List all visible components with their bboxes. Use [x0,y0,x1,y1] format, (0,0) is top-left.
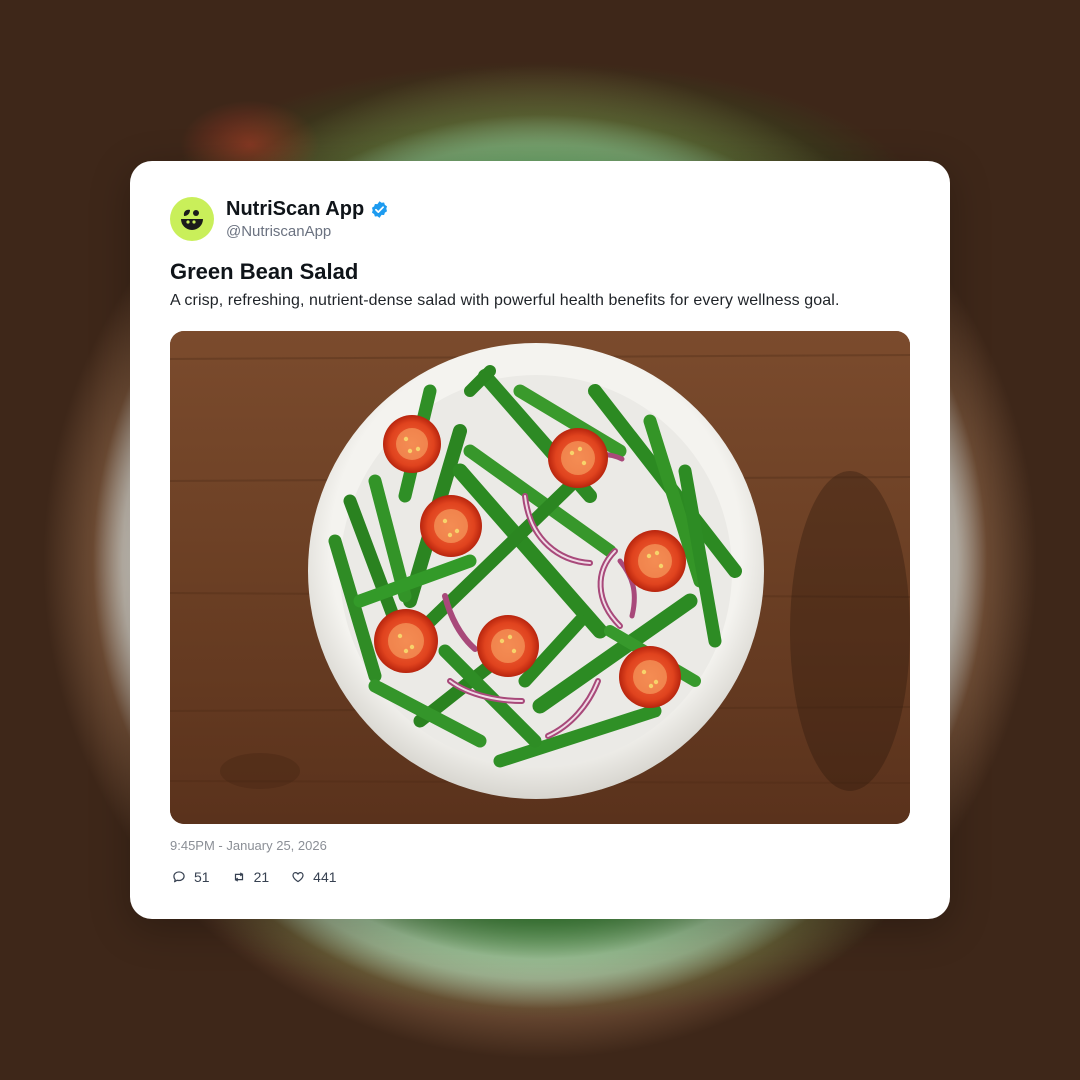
like-count: 441 [313,869,337,885]
verified-badge-icon [372,201,388,218]
salad-illustration [170,331,910,824]
post-title: Green Bean Salad [170,259,359,284]
post-description: A crisp, refreshing, nutrient-dense sala… [170,292,840,309]
nutriscan-logo-icon [181,209,203,230]
name-row: NutriScan App [226,198,389,221]
display-name[interactable]: NutriScan App [226,198,364,221]
reply-button[interactable]: 51 [172,869,210,885]
avatar[interactable] [170,197,214,241]
heart-icon [292,872,304,883]
green-bean-salad-photo[interactable] [170,331,910,824]
comment-icon [173,871,185,883]
repost-icon [234,872,243,882]
repost-button[interactable]: 21 [232,869,270,885]
repost-count: 21 [253,869,270,885]
post-timestamp: 9:45PM - January 25, 2026 [170,838,327,853]
account-handle[interactable]: @NutriscanApp [226,223,389,240]
post-card: NutriScan App @NutriscanApp Green Bean S… [130,161,950,919]
engagement-stats: 51 21 441 [172,869,359,885]
account-names: NutriScan App @NutriscanApp [226,198,389,240]
reply-count: 51 [194,869,210,885]
post-header: NutriScan App @NutriscanApp [170,197,389,241]
like-button[interactable]: 441 [291,869,337,885]
